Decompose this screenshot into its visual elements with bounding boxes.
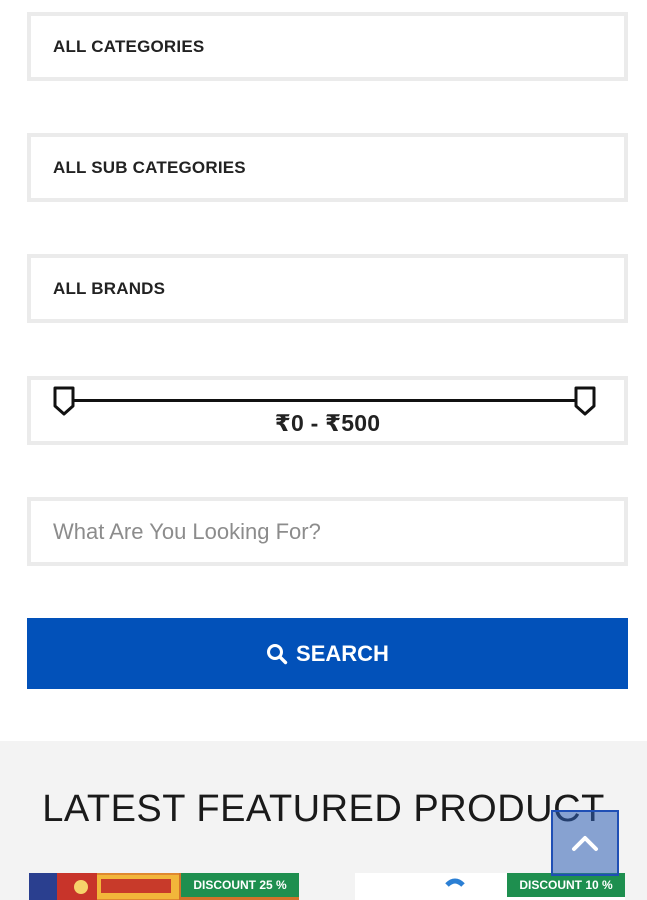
product-card[interactable]: DISCOUNT 25 %: [29, 873, 299, 900]
search-button[interactable]: SEARCH: [27, 618, 628, 689]
price-range-slider: ₹0 - ₹500: [27, 376, 628, 445]
search-icon: [267, 643, 288, 664]
product-image: [29, 873, 179, 900]
search-field: [27, 497, 628, 566]
featured-products-section: LATEST FEATURED PRODUCT DISCOUNT 25 % DI…: [0, 741, 647, 900]
category-select[interactable]: ALL CATEGORIES: [27, 12, 628, 81]
chevron-up-icon: [572, 836, 598, 851]
sub-category-select-label: ALL SUB CATEGORIES: [53, 157, 246, 177]
search-button-label: SEARCH: [296, 640, 389, 666]
search-input[interactable]: [31, 501, 624, 562]
scroll-to-top-button[interactable]: [551, 810, 619, 876]
featured-products-title: LATEST FEATURED PRODUCT: [42, 788, 605, 830]
product-card[interactable]: DISCOUNT 10 %: [355, 873, 625, 900]
discount-badge: DISCOUNT 25 %: [181, 873, 299, 897]
discount-badge: DISCOUNT 10 %: [507, 873, 625, 897]
category-select-label: ALL CATEGORIES: [53, 36, 205, 56]
brand-select-label: ALL BRANDS: [53, 278, 166, 298]
product-image: [355, 873, 505, 900]
price-slider-track[interactable]: [64, 399, 581, 402]
sub-category-select[interactable]: ALL SUB CATEGORIES: [27, 133, 628, 202]
price-range-value: ₹0 - ₹500: [274, 410, 381, 436]
brand-select[interactable]: ALL BRANDS: [27, 254, 628, 323]
